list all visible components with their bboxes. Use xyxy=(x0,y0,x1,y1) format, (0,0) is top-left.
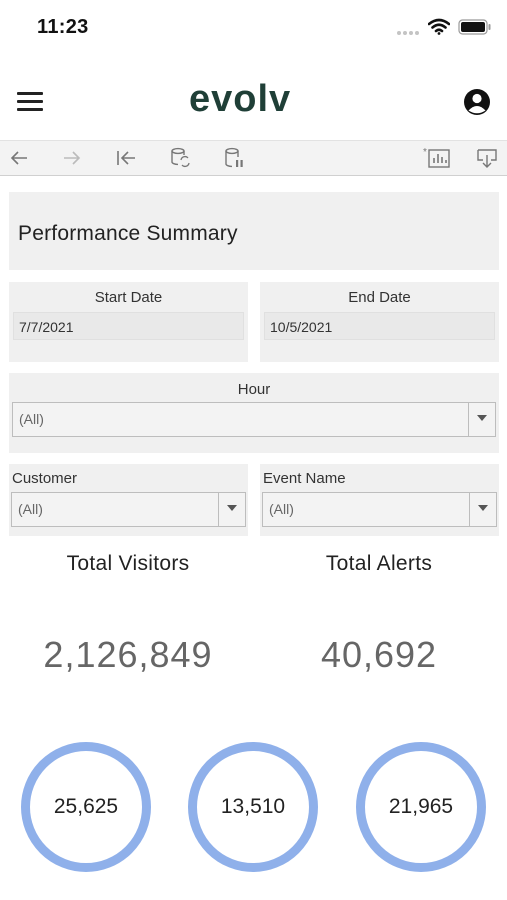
refresh-icon[interactable] xyxy=(168,146,192,170)
arrow-left-icon[interactable] xyxy=(7,146,31,170)
customer-label: Customer xyxy=(12,470,78,487)
toolbar: * xyxy=(0,140,507,176)
total-alerts-value: 40,692 xyxy=(320,634,438,675)
menu-icon[interactable] xyxy=(17,92,43,112)
page-title: Performance Summary xyxy=(18,222,238,245)
start-date-label: Start Date xyxy=(94,289,163,306)
total-visitors-label: Total Visitors xyxy=(66,552,190,575)
chevron-down-icon[interactable] xyxy=(469,493,496,526)
start-date-filter: Start Date 7/7/2021 xyxy=(9,282,248,362)
event-name-label: Event Name xyxy=(263,470,346,487)
metric-ring-value: 21,965 xyxy=(388,795,454,818)
chevron-down-icon[interactable] xyxy=(218,493,245,526)
status-bar: 11:23 xyxy=(0,0,507,56)
hour-select-value: (All) xyxy=(19,411,44,427)
signal-icon xyxy=(397,31,421,35)
customer-select-value: (All) xyxy=(18,501,43,517)
metric-ring-value: 25,625 xyxy=(53,795,119,818)
end-date-filter: End Date 10/5/2021 xyxy=(260,282,499,362)
event-name-select[interactable]: (All) xyxy=(262,492,497,527)
total-visitors-value: 2,126,849 xyxy=(43,634,213,675)
start-date-input[interactable]: 7/7/2021 xyxy=(13,312,244,340)
hour-label: Hour xyxy=(237,381,271,398)
status-time: 11:23 xyxy=(37,16,89,38)
pause-updates-icon[interactable] xyxy=(222,146,246,170)
hour-filter: Hour (All) xyxy=(9,373,499,453)
total-alerts-label: Total Alerts xyxy=(325,552,433,575)
download-icon[interactable] xyxy=(475,146,499,170)
wifi-icon xyxy=(428,18,450,35)
customer-select[interactable]: (All) xyxy=(11,492,246,527)
battery-icon xyxy=(458,19,491,35)
metrics-icon[interactable]: * xyxy=(423,146,451,170)
metric-ring: 25,625 xyxy=(21,742,151,872)
arrow-right-icon[interactable] xyxy=(60,146,84,170)
chevron-down-icon[interactable] xyxy=(468,403,495,436)
metric-ring-value: 13,510 xyxy=(220,795,286,818)
svg-text:*: * xyxy=(423,147,427,158)
account-icon[interactable] xyxy=(463,88,491,116)
app-header: evolv xyxy=(0,74,507,130)
event-name-filter: Event Name (All) xyxy=(260,464,499,536)
metric-ring: 13,510 xyxy=(188,742,318,872)
revert-icon[interactable] xyxy=(114,146,138,170)
end-date-input[interactable]: 10/5/2021 xyxy=(264,312,495,340)
evolv-logo: evolv xyxy=(189,78,292,120)
title-panel: Performance Summary xyxy=(9,192,499,270)
metric-ring: 21,965 xyxy=(356,742,486,872)
hour-select[interactable]: (All) xyxy=(12,402,496,437)
end-date-label: End Date xyxy=(348,289,411,306)
event-name-select-value: (All) xyxy=(269,501,294,517)
customer-filter: Customer (All) xyxy=(9,464,248,536)
